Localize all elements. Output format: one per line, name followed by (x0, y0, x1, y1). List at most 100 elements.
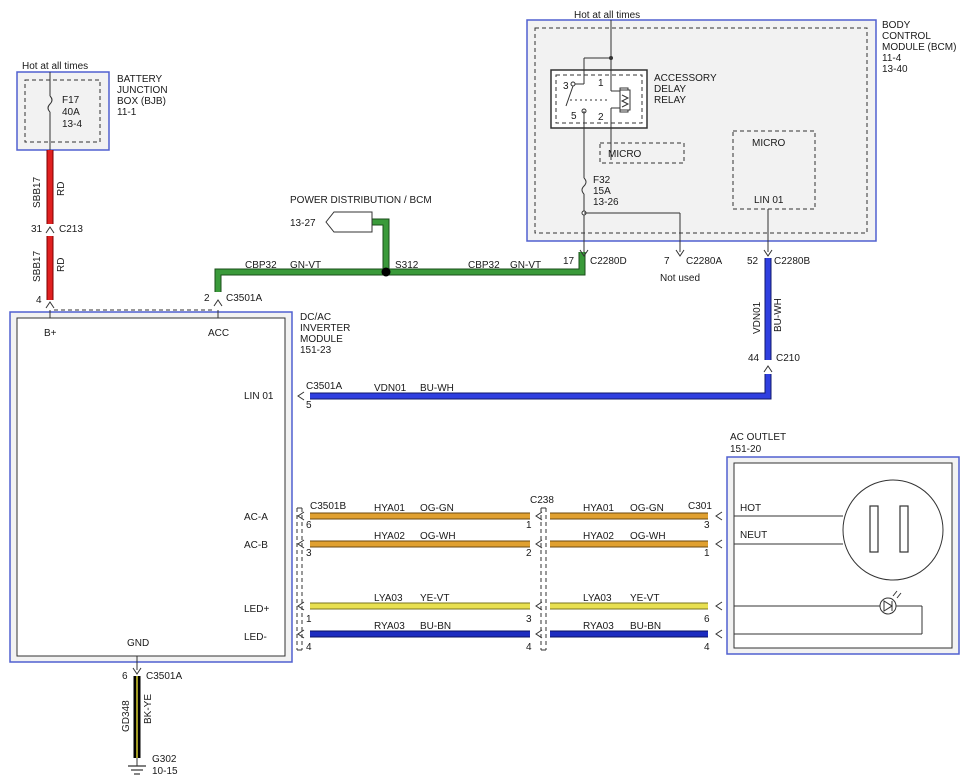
relay-pin-1: 1 (598, 78, 604, 89)
f32-ref: 13-26 (593, 197, 619, 208)
bjb-title-3: BOX (BJB) (117, 96, 166, 107)
body-control-module: Hot at all times BODY CONTROL MODULE (BC… (526, 10, 956, 242)
gnd-conn-pin: 6 (122, 671, 128, 682)
cbp32-color-right: GN-VT (510, 260, 541, 271)
bcm-ref-1: 11-4 (882, 53, 902, 64)
ac-outlet: AC OUTLET 151-20 HOT NEUT (726, 432, 960, 655)
ac-outlet-hot: HOT (740, 503, 761, 514)
lya03-pin-mid: 3 (526, 614, 532, 625)
rya03-color-left: BU-BN (420, 621, 451, 632)
c210-connector-icon (763, 365, 773, 373)
bcm-ref-2: 13-40 (882, 64, 908, 75)
c3501a-acc-pin: 2 (204, 293, 210, 304)
inverter-module: B+ ACC LIN 01 AC-A AC-B LED+ LED- GND DC… (9, 310, 350, 663)
vdn01-color-vertical: BU-WH (773, 298, 784, 332)
rya03-color-right: BU-BN (630, 621, 661, 632)
connector-c213: 31 C213 (31, 224, 83, 235)
led-icon (879, 597, 897, 615)
bjb-title-1: BATTERY (117, 74, 163, 85)
inverter-pin-gnd: GND (127, 638, 149, 649)
wire-hya02: HYA02 OG-WH HYA02 OG-WH 3 2 1 (297, 531, 723, 559)
ac-outlet-title: AC OUTLET (730, 432, 786, 443)
inverter-pin-ledp: LED+ (244, 604, 269, 615)
cbp32-color-left: GN-VT (290, 260, 321, 271)
power-distribution-ref: POWER DISTRIBUTION / BCM 13-27 (290, 195, 432, 233)
hya01-circuit-right: HYA01 (583, 503, 614, 514)
lin-pin: 5 (306, 400, 312, 411)
f17-id: F17 (62, 95, 80, 106)
c3501a-acc-connector-icon (213, 299, 223, 307)
hya01-circuit-left: HYA01 (374, 503, 405, 514)
c2280d-name: C2280D (590, 256, 627, 267)
sbb17-color-lower: RD (56, 258, 67, 272)
splice-s312-dot (381, 267, 391, 277)
inverter-title-1: DC/AC (300, 312, 331, 323)
lin-connector-name: C3501A (306, 381, 342, 392)
lya03-circuit-right: LYA03 (583, 593, 612, 604)
relay-pin-5: 5 (571, 111, 577, 122)
lya03-color-left: YE-VT (420, 593, 449, 604)
c2280a-name: C2280A (686, 256, 722, 267)
f32-id: F32 (593, 175, 611, 186)
c3501b-name: C3501B (310, 501, 346, 512)
bcm-lin-label: LIN 01 (754, 195, 784, 206)
rya03-pin-right: 4 (704, 642, 710, 653)
hya02-color-right: OG-WH (630, 531, 666, 542)
c2280b-pin: 52 (747, 256, 759, 267)
relay-title-2: DELAY (654, 84, 686, 95)
c2280b-name: C2280B (774, 256, 810, 267)
g302-name: G302 (152, 754, 177, 765)
connector-c3501a-acc: 2 C3501A (204, 293, 262, 307)
inverter-pin-acb: AC-B (244, 540, 268, 551)
relay-title-3: RELAY (654, 95, 686, 106)
c301-name: C301 (688, 501, 712, 512)
sbb17-color-upper: RD (56, 182, 67, 196)
bcm-title-1: BODY (882, 20, 911, 31)
power-dist-flag-icon (325, 211, 373, 233)
hya02-pin-left: 3 (306, 548, 312, 559)
outlet-slot-neut (899, 505, 909, 553)
wire-rya03: RYA03 BU-BN RYA03 BU-BN 4 4 4 (297, 621, 723, 653)
ac-outlet-neut: NEUT (740, 530, 767, 541)
battery-junction-box: Hot at all times F17 40A 13-4 BATTERY JU… (16, 61, 168, 151)
inverter-pin-ledm: LED- (244, 632, 267, 643)
bcm-micro-label: MICRO (608, 149, 642, 160)
f17-rating: 40A (62, 107, 80, 118)
rya03-circuit-right: RYA03 (583, 621, 614, 632)
cbp32-circuit-left: CBP32 (245, 260, 277, 271)
ground-circuit: 6 C3501A GD348 BK-YE G302 10-15 (121, 656, 182, 777)
power-dist-ref: 13-27 (290, 218, 316, 229)
c238-name: C238 (530, 495, 554, 506)
lya03-pin-left: 1 (306, 614, 312, 625)
rya03-pin-mid: 4 (526, 642, 532, 653)
bjb-hot-label: Hot at all times (22, 61, 88, 72)
hya02-circuit-right: HYA02 (583, 531, 614, 542)
lya03-circuit-left: LYA03 (374, 593, 403, 604)
hya01-color-left: OG-GN (420, 503, 454, 514)
hya01-color-right: OG-GN (630, 503, 664, 514)
inverter-title-3: MODULE (300, 334, 343, 345)
c3501a-acc-name: C3501A (226, 293, 262, 304)
rya03-pin-left: 4 (306, 642, 312, 653)
wire-vdn01: VDN01 BU-WH 44 C210 C3501A 5 VDN01 BU-WH (297, 258, 800, 411)
connector-c2280a: 7 C2280A Not used (660, 241, 722, 284)
gd348-circuit: GD348 (121, 700, 132, 732)
inverter-pin-bplus: B+ (44, 328, 57, 339)
inverter-pin-lin: LIN 01 (244, 391, 274, 402)
f17-ref: 13-4 (62, 119, 82, 130)
inverter-pin-aca: AC-A (244, 512, 268, 523)
gd348-color: BK-YE (143, 694, 154, 724)
hya02-color-left: OG-WH (420, 531, 456, 542)
outlet-slot-hot (869, 505, 879, 553)
lin-circuit: VDN01 (374, 383, 407, 394)
connector-c2280d: 17 C2280D (563, 241, 627, 267)
c2280a-note: Not used (660, 273, 700, 284)
relay-pin-3: 3 (563, 81, 569, 92)
connector-c2280b: 52 C2280B (747, 241, 810, 267)
c3501a-lin-connector-icon (297, 391, 305, 401)
bcm-micro2-label: MICRO (752, 138, 786, 149)
rya03-circuit-left: RYA03 (374, 621, 405, 632)
outlet-socket-icon (842, 479, 944, 581)
bjb-title-2: JUNCTION (117, 85, 168, 96)
hya02-pin-right: 1 (704, 548, 710, 559)
